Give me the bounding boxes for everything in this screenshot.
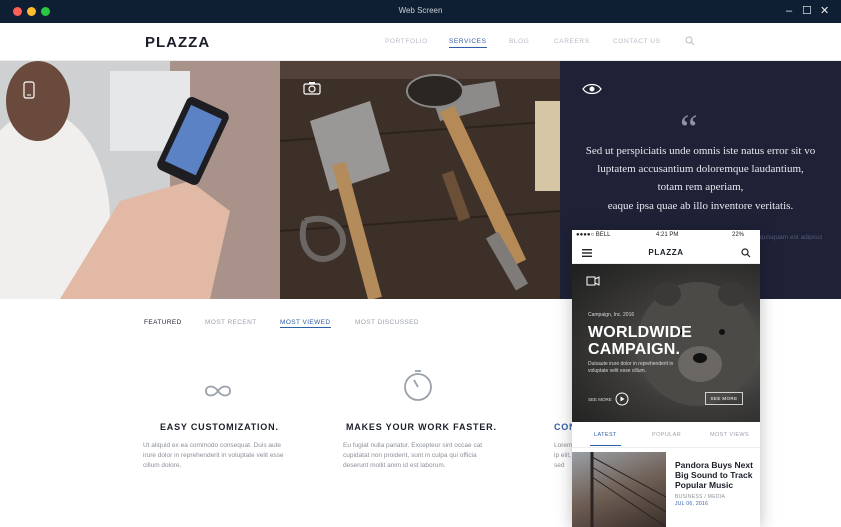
phone-hand-image [0, 61, 280, 299]
phone-tab-most-views[interactable]: MOST VIEWS [710, 432, 749, 438]
phone-tab-latest[interactable]: LATEST [590, 432, 621, 446]
article-thumbnail[interactable] [572, 452, 667, 527]
phone-logo[interactable]: PLAZZA [572, 248, 760, 257]
quote-line-3: totam rem aperiam, [657, 181, 744, 193]
video-icon [586, 276, 600, 286]
article-date: JUL 06, 2016 [675, 501, 709, 507]
nav-contact[interactable]: CONTACT US [613, 38, 661, 45]
see-more-button[interactable]: SEE MORE [705, 392, 743, 405]
bridge-image [590, 452, 667, 527]
mobile-icon [23, 81, 35, 99]
maximize-icon[interactable]: ☐ [802, 5, 812, 17]
tab-featured[interactable]: FEATURED [144, 319, 182, 326]
hero-small-label: Campaign, Inc. 2016 [588, 312, 635, 318]
tab-most-recent[interactable]: MOST RECENT [205, 319, 257, 326]
quote-line-4: eaque ipsa quae ab illo inventore verita… [607, 200, 794, 212]
nav-blog[interactable]: BLOG [509, 38, 529, 45]
hero-panel-tools-photo [280, 61, 560, 299]
quote-faded-text: quisquam est adipisci [760, 234, 823, 241]
nav-services[interactable]: SERVICES [449, 38, 487, 48]
phone-status-bar: ●●●●○ BELL 4:21 PM 22% [572, 230, 760, 242]
battery-label: 22% [732, 232, 745, 238]
hero-panel-phone-photo [0, 61, 280, 299]
window-titlebar: Web Screen – ☐ ✕ [0, 0, 841, 23]
web-page: PLAZZA PORTFOLIO SERVICES BLOG CAREERS C… [0, 23, 841, 527]
window-title: Web Screen [398, 6, 443, 15]
nav-careers[interactable]: CAREERS [554, 38, 590, 45]
logo[interactable]: PLAZZA [145, 34, 210, 51]
article-title-line-3: Popular Music [675, 480, 734, 490]
phone-tabs: LATEST POPULAR MOST VIEWS [572, 422, 760, 448]
feature-text-third: Lorem ip elit, sed [554, 442, 573, 469]
phone-search-icon[interactable] [741, 248, 751, 258]
quote-line-1: Sed ut perspiciatis unde omnis iste natu… [585, 145, 816, 157]
feature-title-customization: EASY CUSTOMIZATION. [160, 422, 279, 432]
nav-portfolio[interactable]: PORTFOLIO [385, 38, 428, 45]
hero-title-line-2: CAMPAIGN. [588, 341, 681, 358]
phone-hero-bear: Campaign, Inc. 2016 WORLDWIDE CAMPAIGN. … [572, 264, 760, 422]
feature-text-faster: Eu fugiat nulla pariatur. Excepteur sint… [343, 442, 483, 469]
camera-icon [303, 82, 321, 95]
phone-tab-popular[interactable]: POPULAR [652, 432, 681, 438]
play-label[interactable]: SEE MORE [588, 397, 612, 402]
carrier-label: ●●●●○ BELL [576, 232, 611, 238]
article-title-line-1: Pandora Buys Next [675, 460, 753, 470]
article-category: BUSINESS / MEDIA [675, 494, 726, 500]
minimize-icon[interactable]: – [786, 5, 792, 17]
phone-mockup: ●●●●○ BELL 4:21 PM 22% PLAZZA Campaign, … [572, 230, 760, 527]
tab-most-discussed[interactable]: MOST DISCUSSED [355, 319, 419, 326]
eye-icon [582, 83, 602, 95]
phone-header: PLAZZA [572, 242, 760, 264]
feature-title-faster: MAKES YOUR WORK FASTER. [346, 422, 497, 432]
tab-most-viewed[interactable]: MOST VIEWED [280, 319, 331, 328]
article-title[interactable]: Pandora Buys Next Big Sound to Track Pop… [675, 460, 755, 490]
search-icon[interactable] [685, 36, 695, 46]
feature-text-customization: Ut aliquid ex ea commodo consequat. Duis… [143, 442, 284, 469]
article-title-line-2: Big Sound to Track [675, 470, 753, 480]
quote-line-2: luptatem accusantium doloremque laudanti… [597, 163, 804, 175]
hero-title: WORLDWIDE CAMPAIGN. [588, 324, 692, 358]
play-icon[interactable] [615, 392, 629, 406]
stopwatch-icon [404, 370, 432, 401]
infinity-icon [205, 385, 231, 397]
tools-image [280, 61, 560, 299]
hero-sub-2: voluptate velit esse cillum. [588, 368, 647, 374]
time-label: 4:21 PM [656, 232, 679, 238]
top-nav: PLAZZA PORTFOLIO SERVICES BLOG CAREERS C… [0, 23, 841, 61]
close-icon[interactable]: ✕ [820, 5, 829, 17]
hero-sub-1: Duisaute irure dolor in reprehenderit in [588, 361, 674, 367]
hero-title-line-1: WORLDWIDE [588, 324, 693, 341]
